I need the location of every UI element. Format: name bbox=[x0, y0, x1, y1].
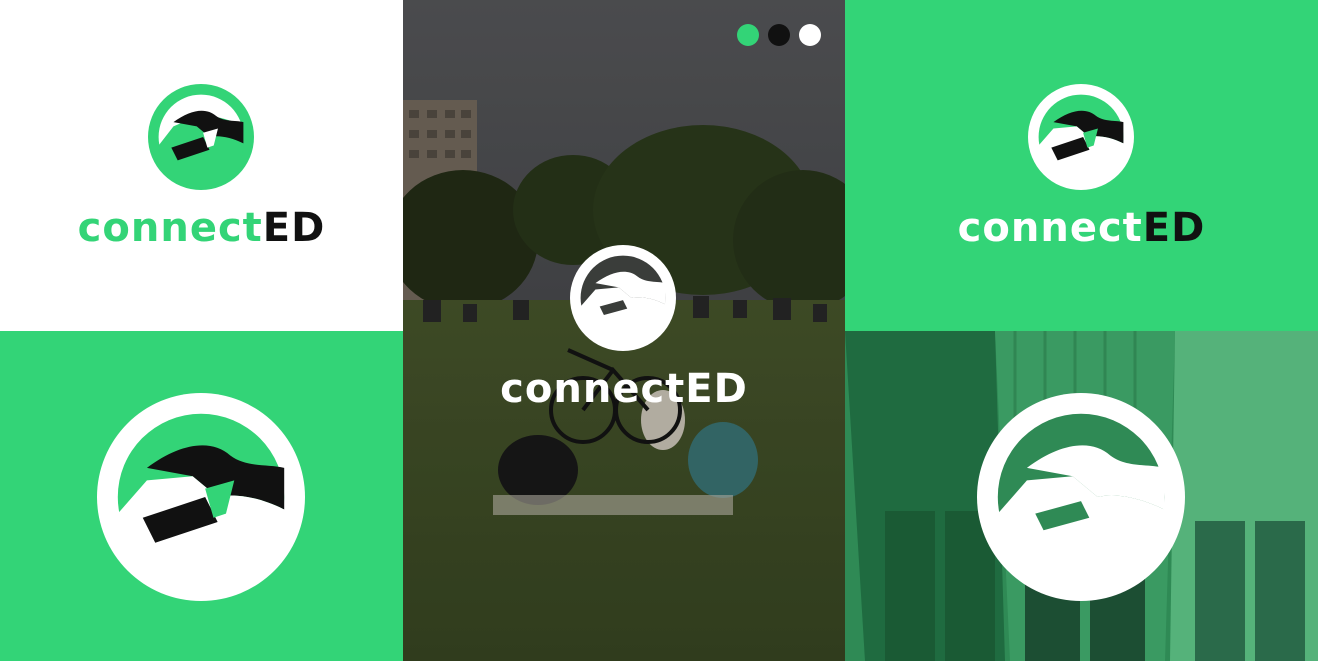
handshake-cap-emblem-icon bbox=[570, 245, 676, 351]
panel-logo-on-white: connectED bbox=[0, 0, 403, 331]
handshake-cap-emblem-icon bbox=[1028, 84, 1134, 190]
handshake-cap-emblem-icon bbox=[97, 393, 305, 601]
handshake-cap-emblem-icon bbox=[977, 393, 1185, 601]
wordmark-part1: connect bbox=[957, 205, 1143, 251]
panel-emblem-on-photo bbox=[845, 331, 1318, 661]
wordmark-part1: connect bbox=[77, 205, 263, 251]
panel-logo-on-green: connectED bbox=[845, 0, 1318, 331]
swatch-white bbox=[799, 24, 821, 46]
wordmark: connectED bbox=[403, 366, 845, 412]
wordmark-part2: ED bbox=[685, 366, 748, 412]
wordmark-part1: connect bbox=[500, 366, 686, 412]
wordmark-part2: ED bbox=[1142, 205, 1206, 251]
wordmark-part2: ED bbox=[262, 205, 326, 251]
panel-emblem-on-green bbox=[0, 331, 403, 661]
swatch-black bbox=[768, 24, 790, 46]
wordmark: connectED bbox=[845, 205, 1318, 251]
handshake-cap-emblem-icon bbox=[148, 84, 254, 190]
brand-board: connectED connectED connectED bbox=[0, 0, 1318, 661]
swatch-green bbox=[737, 24, 759, 46]
color-swatches bbox=[737, 24, 821, 46]
panel-logo-on-photo: connectED bbox=[403, 0, 845, 661]
wordmark: connectED bbox=[0, 205, 403, 251]
